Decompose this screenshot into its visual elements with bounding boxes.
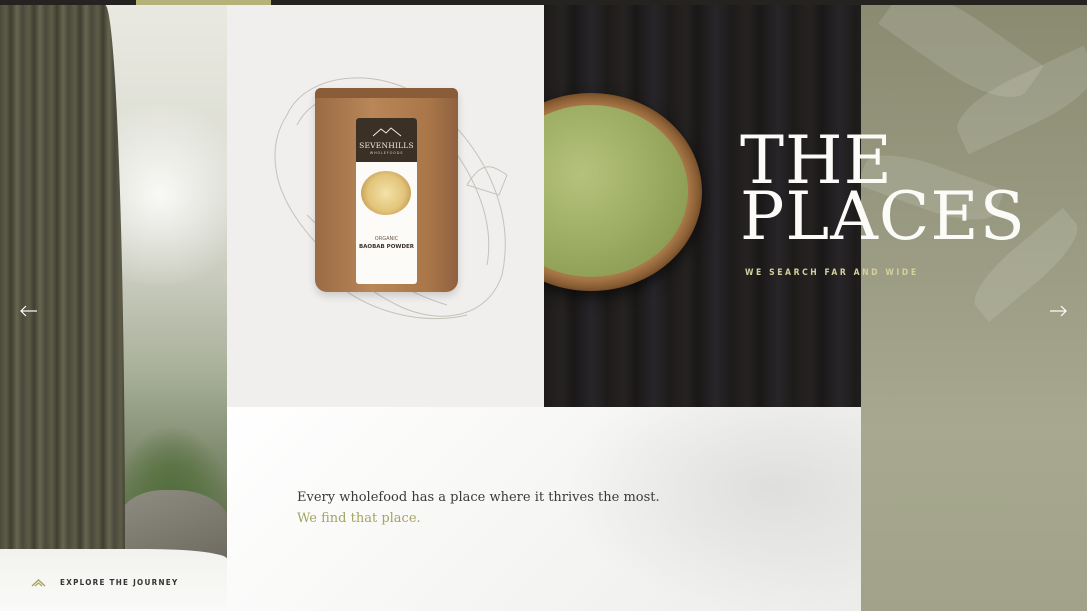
hero-title: THE PLACES [740, 128, 1026, 255]
intro-section: Every wholefood has a place where it thr… [227, 407, 861, 611]
tree-trunk [0, 5, 125, 560]
next-slide-button[interactable] [1049, 302, 1067, 317]
product-brand: SEVENHILLS [359, 141, 414, 150]
hero-subtitle: WE SEARCH FAR AND WIDE [745, 268, 919, 278]
product-label: SEVENHILLS WHOLEFOODS ORGANIC BAOBAB POW… [356, 118, 417, 284]
prev-slide-button[interactable] [20, 302, 38, 317]
baobab-fruit-illustration [361, 171, 411, 215]
product-image: SEVENHILLS WHOLEFOODS ORGANIC BAOBAB POW… [227, 5, 544, 407]
mountain-logo-icon [372, 127, 401, 137]
product-name: BAOBAB POWDER [358, 244, 414, 250]
product-brand-sub: WHOLEFOODS [369, 151, 404, 155]
explore-journey-label: EXPLORE THE JOURNEY [60, 578, 179, 587]
explore-journey-link[interactable]: EXPLORE THE JOURNEY [31, 578, 179, 587]
product-pouch: SEVENHILLS WHOLEFOODS ORGANIC BAOBAB POW… [315, 88, 458, 292]
wooden-bowl [544, 93, 702, 291]
arrow-left-icon [20, 305, 37, 317]
mountain-icon [31, 578, 46, 587]
intro-accent-text: We find that place. [297, 511, 421, 526]
product-organic-label: ORGANIC [374, 236, 399, 242]
arrow-right-icon [1050, 305, 1067, 317]
intro-text: Every wholefood has a place where it thr… [297, 490, 660, 505]
green-powder [544, 105, 688, 277]
hero-title-line2: PLACES [740, 178, 1026, 255]
